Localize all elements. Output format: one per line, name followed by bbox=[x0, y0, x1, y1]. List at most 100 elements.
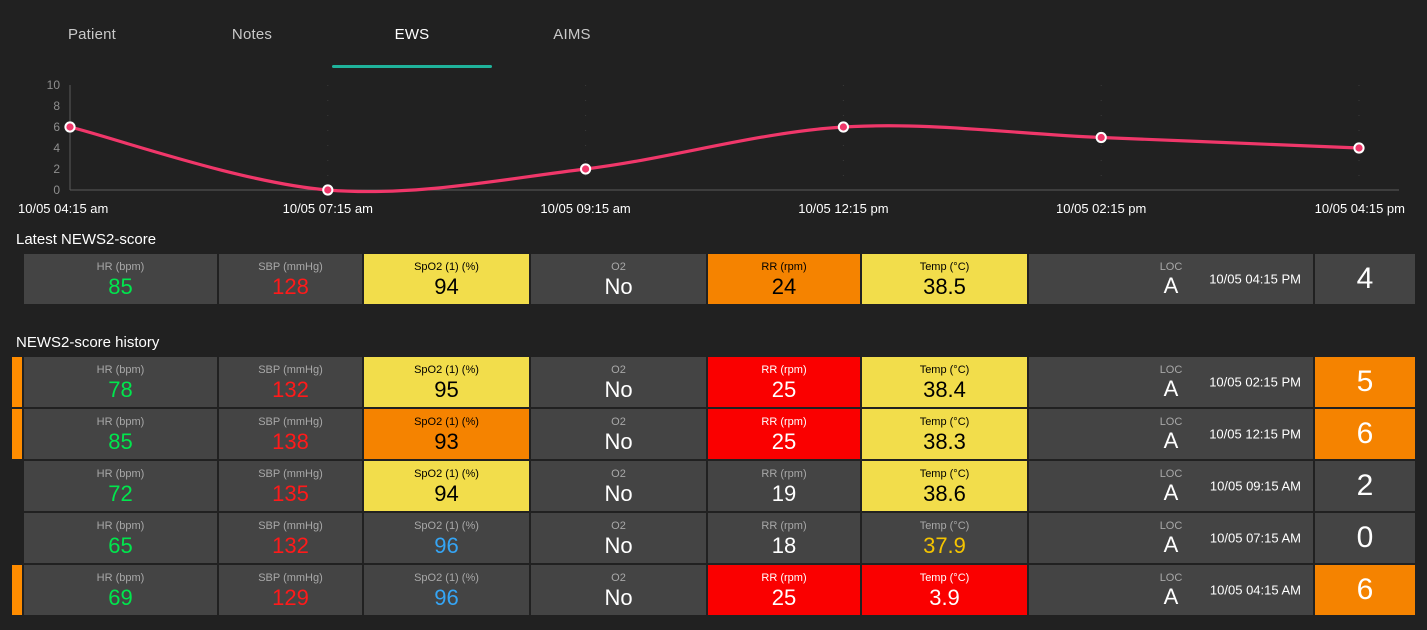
vital-label: LOC bbox=[1159, 468, 1183, 480]
vital-cell-rr: RR (rpm) 25 bbox=[708, 409, 860, 459]
tab-active-underline bbox=[492, 65, 652, 68]
vital-cell-sbp: SBP (mmHg) 132 bbox=[219, 357, 362, 407]
chart-svg: 0 2 4 6 8 10 10/05 04:15 am 10/05 07:15 am 10/05… bbox=[18, 78, 1405, 216]
vital-value: 38.3 bbox=[923, 428, 966, 454]
row-tail: LOC A 10/05 12:15 PM 6 bbox=[1029, 409, 1415, 459]
vital-value: No bbox=[604, 428, 633, 454]
x-axis-tick-label: 10/05 04:15 pm bbox=[1315, 201, 1405, 216]
vital-value: 94 bbox=[434, 480, 459, 506]
table-row[interactable]: HR (bpm) 85 SBP (mmHg) 138 SpO2 (1) (%) 93 O2 N… bbox=[12, 409, 1415, 459]
vital-value: A bbox=[1163, 532, 1179, 557]
vital-label: SBP (mmHg) bbox=[258, 571, 323, 584]
latest-score-title: Latest NEWS2-score bbox=[16, 231, 157, 248]
vital-value: 38.6 bbox=[923, 480, 966, 506]
vital-label: SBP (mmHg) bbox=[258, 363, 323, 376]
vital-label: O2 bbox=[611, 415, 626, 428]
x-axis-tick-label: 10/05 12:15 pm bbox=[798, 201, 888, 216]
vital-value: A bbox=[1163, 428, 1179, 453]
tab-active-underline bbox=[12, 65, 172, 68]
tab-patient[interactable]: Patient bbox=[12, 0, 172, 70]
tab-aims[interactable]: AIMS bbox=[492, 0, 652, 70]
data-point[interactable] bbox=[580, 163, 592, 175]
vital-value: 25 bbox=[771, 584, 797, 610]
vital-cell-spo2: SpO2 (1) (%) 94 bbox=[364, 254, 529, 304]
vital-value: 138 bbox=[272, 428, 309, 454]
vital-cell-sbp: SBP (mmHg) 132 bbox=[219, 513, 362, 563]
news2-score-badge: 5 bbox=[1315, 357, 1415, 407]
vital-label: SBP (mmHg) bbox=[258, 415, 323, 428]
vital-cell-sbp: SBP (mmHg) 135 bbox=[219, 461, 362, 511]
vital-label: SBP (mmHg) bbox=[258, 467, 323, 480]
data-point[interactable] bbox=[1353, 142, 1365, 154]
vital-cell-o2: O2 No bbox=[531, 357, 706, 407]
vital-cell-o2: O2 No bbox=[531, 513, 706, 563]
y-axis-tick-label: 10 bbox=[47, 78, 61, 92]
tab-label: Patient bbox=[67, 25, 117, 43]
vital-label: RR (rpm) bbox=[761, 519, 807, 532]
vital-label: LOC bbox=[1159, 416, 1183, 428]
vital-cell-rr: RR (rpm) 25 bbox=[708, 357, 860, 407]
vital-value: 95 bbox=[434, 376, 459, 402]
news2-score-badge: 2 bbox=[1315, 461, 1415, 511]
data-point[interactable] bbox=[64, 121, 76, 133]
data-point[interactable] bbox=[322, 184, 334, 196]
table-row[interactable]: HR (bpm) 85 SBP (mmHg) 128 SpO2 (1) (%) 94 O2 N… bbox=[12, 254, 1415, 304]
table-row[interactable]: HR (bpm) 65 SBP (mmHg) 132 SpO2 (1) (%) 96 O2 N… bbox=[12, 513, 1415, 563]
row-tail: LOC A 10/05 02:15 PM 5 bbox=[1029, 357, 1415, 407]
table-row[interactable]: HR (bpm) 78 SBP (mmHg) 132 SpO2 (1) (%) 95 O2 N… bbox=[12, 357, 1415, 407]
y-axis-tick-label: 2 bbox=[53, 162, 60, 176]
data-point[interactable] bbox=[837, 121, 850, 133]
vital-cell-hr: HR (bpm) 69 bbox=[24, 565, 217, 615]
vital-label: HR (bpm) bbox=[96, 571, 145, 584]
vital-value: 128 bbox=[272, 273, 309, 299]
vital-label: RR (rpm) bbox=[761, 571, 807, 584]
x-axis-tick-label: 10/05 04:15 am bbox=[18, 201, 108, 216]
row-tail: LOC A 10/05 09:15 AM 2 bbox=[1029, 461, 1415, 511]
history-table: HR (bpm) 78 SBP (mmHg) 132 SpO2 (1) (%) 95 O2 N… bbox=[0, 357, 1427, 615]
vital-value: 69 bbox=[108, 584, 133, 610]
tab-bar: Patient Notes EWS AIMS bbox=[0, 0, 1427, 70]
vital-value: 85 bbox=[108, 273, 133, 299]
vital-value: 24 bbox=[771, 273, 797, 299]
vital-cell-o2: O2 No bbox=[531, 461, 706, 511]
tab-notes[interactable]: Notes bbox=[172, 0, 332, 70]
tab-active-underline bbox=[172, 65, 332, 68]
tab-label: AIMS bbox=[553, 25, 591, 43]
table-row[interactable]: HR (bpm) 69 SBP (mmHg) 129 SpO2 (1) (%) 96 O2 N… bbox=[12, 565, 1415, 615]
vital-label: Temp (°C) bbox=[919, 571, 970, 584]
vital-value: A bbox=[1163, 584, 1179, 609]
vital-cell-loc: LOC A 10/05 02:15 PM bbox=[1029, 357, 1313, 407]
row-alert-indicator bbox=[12, 513, 22, 563]
row-alert-indicator bbox=[12, 565, 22, 615]
row-timestamp: 10/05 09:15 AM bbox=[1209, 478, 1301, 494]
vital-cell-sbp: SBP (mmHg) 129 bbox=[219, 565, 362, 615]
vital-cell-loc: LOC A 10/05 04:15 AM bbox=[1029, 565, 1313, 615]
vital-value: 37.9 bbox=[923, 532, 966, 558]
vital-cell-o2: O2 No bbox=[531, 409, 706, 459]
vital-label: Temp (°C) bbox=[919, 363, 970, 376]
vital-label: SpO2 (1) (%) bbox=[414, 519, 479, 532]
vital-value: 135 bbox=[272, 480, 309, 506]
table-row[interactable]: HR (bpm) 72 SBP (mmHg) 135 SpO2 (1) (%) 94 O2 N… bbox=[12, 461, 1415, 511]
vital-cell-sbp: SBP (mmHg) 128 bbox=[219, 254, 362, 304]
vital-label: RR (rpm) bbox=[761, 363, 807, 376]
row-alert-indicator bbox=[12, 254, 22, 304]
tab-ews[interactable]: EWS bbox=[332, 0, 492, 70]
row-timestamp: 10/05 07:15 AM bbox=[1209, 530, 1301, 546]
vital-value: No bbox=[604, 273, 633, 299]
vital-cell-temp: Temp (°C) 38.4 bbox=[862, 357, 1027, 407]
data-point[interactable] bbox=[1095, 131, 1107, 144]
vital-label: HR (bpm) bbox=[96, 415, 145, 428]
vital-value: 18 bbox=[771, 532, 797, 558]
vital-label: O2 bbox=[611, 363, 626, 376]
vital-value: 132 bbox=[272, 532, 309, 558]
vital-label: LOC bbox=[1159, 572, 1183, 584]
row-alert-indicator bbox=[12, 357, 22, 407]
vital-cell-spo2: SpO2 (1) (%) 96 bbox=[364, 513, 529, 563]
vital-value: 25 bbox=[771, 376, 797, 402]
vital-cell-loc: LOC A 10/05 12:15 PM bbox=[1029, 409, 1313, 459]
row-alert-indicator bbox=[12, 409, 22, 459]
vital-label: LOC bbox=[1159, 261, 1183, 273]
vital-value: 94 bbox=[434, 273, 459, 299]
